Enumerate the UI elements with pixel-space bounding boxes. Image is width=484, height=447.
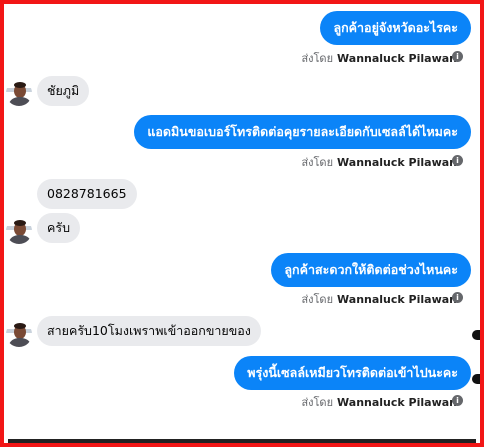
info-icon[interactable]: i [452,292,463,303]
message-outgoing[interactable]: ลูกค้าสะดวกให้ติดต่อช่วงไหนคะ [271,253,471,287]
sent-by-line: ส่งโดย Wannaluck Pilawan [301,49,457,67]
scroll-edge-marker [472,330,480,340]
sent-by-line: ส่งโดย Wannaluck Pilawan [301,393,457,411]
message-incoming[interactable]: ชัยภูมิ [37,76,90,106]
info-icon[interactable]: i [452,155,463,166]
info-icon[interactable]: i [452,51,463,62]
message-outgoing[interactable]: แอดมินขอเบอร์โทรติดต่อคุยรายละเอียดกับเซ… [134,115,471,149]
sender-name[interactable]: Wannaluck Pilawan [337,156,457,169]
avatar-icon[interactable] [6,321,32,347]
avatar-icon[interactable] [6,80,32,106]
info-icon[interactable]: i [452,395,463,406]
sent-by-line: ส่งโดย Wannaluck Pilawan [301,153,457,171]
sender-name[interactable]: Wannaluck Pilawan [337,396,457,409]
sent-by-label: ส่งโดย [301,293,334,306]
sent-by-label: ส่งโดย [301,396,334,409]
message-incoming[interactable]: 0828781665 [37,179,137,209]
sent-by-label: ส่งโดย [301,52,334,65]
sender-name[interactable]: Wannaluck Pilawan [337,293,457,306]
message-outgoing[interactable]: ลูกค้าอยู่จังหวัดอะไรคะ [320,11,471,45]
avatar-icon[interactable] [6,218,32,244]
scroll-edge-marker [472,374,480,384]
composer-edge [8,439,476,443]
sent-by-label: ส่งโดย [301,156,334,169]
sender-name[interactable]: Wannaluck Pilawan [337,52,457,65]
message-outgoing[interactable]: พรุ่งนี้เซลล์เหมียวโทรติดต่อเข้าไปนะคะ [234,356,471,390]
message-incoming[interactable]: สายครับ10โมงเพราพเข้าออกขายของ [37,316,261,346]
message-incoming[interactable]: ครับ [37,213,81,243]
sent-by-line: ส่งโดย Wannaluck Pilawan [301,290,457,308]
